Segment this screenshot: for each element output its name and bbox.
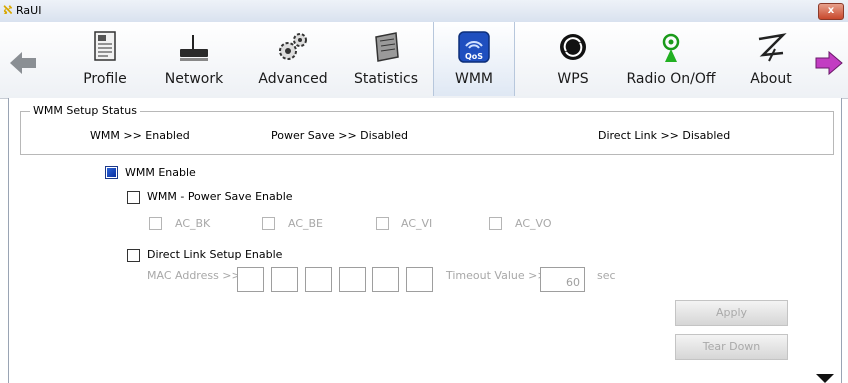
- direct-link-enable-label: Direct Link Setup Enable: [147, 248, 283, 261]
- profile-icon: [94, 31, 116, 61]
- power-save-status: Power Save >> Disabled: [271, 129, 408, 142]
- ac-bk-label: AC_BK: [175, 217, 211, 230]
- ac-be-label: AC_BE: [288, 217, 324, 230]
- tab-about[interactable]: About: [743, 22, 799, 96]
- tab-label: WMM: [454, 71, 493, 87]
- statistics-icon: [375, 32, 399, 62]
- toolbar: Profile Network Advanced Statistics QoS …: [0, 22, 848, 99]
- tab-wmm[interactable]: QoS WMM: [433, 22, 515, 96]
- tab-label: Radio On/Off: [626, 71, 716, 87]
- timeout-value-label: Timeout Value >>: [446, 269, 547, 282]
- tab-network[interactable]: Network: [159, 22, 229, 96]
- tab-label: Advanced: [258, 71, 328, 87]
- wmm-enable-checkbox[interactable]: [105, 166, 118, 179]
- tab-label: WPS: [557, 71, 589, 87]
- tab-profile[interactable]: Profile: [76, 22, 134, 96]
- tab-label: Profile: [83, 71, 127, 87]
- tab-radio-on-off[interactable]: Radio On/Off: [617, 22, 725, 96]
- power-save-enable-label: WMM - Power Save Enable: [147, 190, 293, 203]
- tab-label: About: [750, 71, 792, 87]
- wmm-qos-icon-text: QoS: [465, 52, 483, 61]
- tab-label: Network: [164, 71, 224, 87]
- ac-vo-label: AC_VO: [515, 217, 552, 230]
- scroll-down-icon[interactable]: [816, 374, 834, 383]
- advanced-icon: [279, 33, 307, 60]
- wmm-enable-label: WMM Enable: [125, 166, 196, 179]
- power-save-enable-checkbox[interactable]: [127, 191, 140, 204]
- ac-bk-checkbox[interactable]: [149, 217, 162, 230]
- wmm-qos-icon: QoS: [458, 31, 490, 63]
- mac-address-field-6[interactable]: [406, 267, 433, 292]
- ac-vo-checkbox[interactable]: [489, 217, 502, 230]
- ac-vi-checkbox[interactable]: [376, 217, 389, 230]
- direct-link-status: Direct Link >> Disabled: [598, 129, 731, 142]
- mac-address-field-4[interactable]: [339, 267, 366, 292]
- mac-address-field-2[interactable]: [271, 267, 298, 292]
- mac-address-label: MAC Address >>: [147, 269, 241, 282]
- network-icon: [180, 35, 208, 61]
- close-button[interactable]: x: [818, 3, 844, 20]
- timeout-unit-label: sec: [597, 269, 616, 282]
- title-bar: ℵ RaUI x: [0, 0, 848, 23]
- tab-wps[interactable]: WPS: [547, 22, 599, 96]
- right-arrow-icon[interactable]: [814, 50, 844, 76]
- wmm-status: WMM >> Enabled: [90, 129, 190, 142]
- left-arrow-icon[interactable]: [8, 50, 38, 76]
- apply-button[interactable]: Apply: [675, 300, 788, 326]
- tab-advanced[interactable]: Advanced: [254, 22, 332, 96]
- timeout-value-input[interactable]: 60: [540, 267, 585, 292]
- wmm-status-legend: WMM Setup Status: [30, 104, 140, 117]
- app-logo-icon: ℵ: [3, 3, 13, 17]
- radio-icon: [662, 33, 680, 62]
- wps-icon: [560, 34, 586, 60]
- ac-be-checkbox[interactable]: [262, 217, 275, 230]
- tab-label: Statistics: [354, 71, 418, 87]
- about-icon: [758, 33, 787, 62]
- mac-address-field-3[interactable]: [305, 267, 332, 292]
- direct-link-enable-checkbox[interactable]: [127, 249, 140, 262]
- tab-statistics[interactable]: Statistics: [351, 22, 421, 96]
- mac-address-field-1[interactable]: [237, 267, 264, 292]
- tear-down-button[interactable]: Tear Down: [675, 334, 788, 360]
- window-title: RaUI: [16, 4, 42, 17]
- ac-vi-label: AC_VI: [401, 217, 433, 230]
- mac-address-field-5[interactable]: [372, 267, 399, 292]
